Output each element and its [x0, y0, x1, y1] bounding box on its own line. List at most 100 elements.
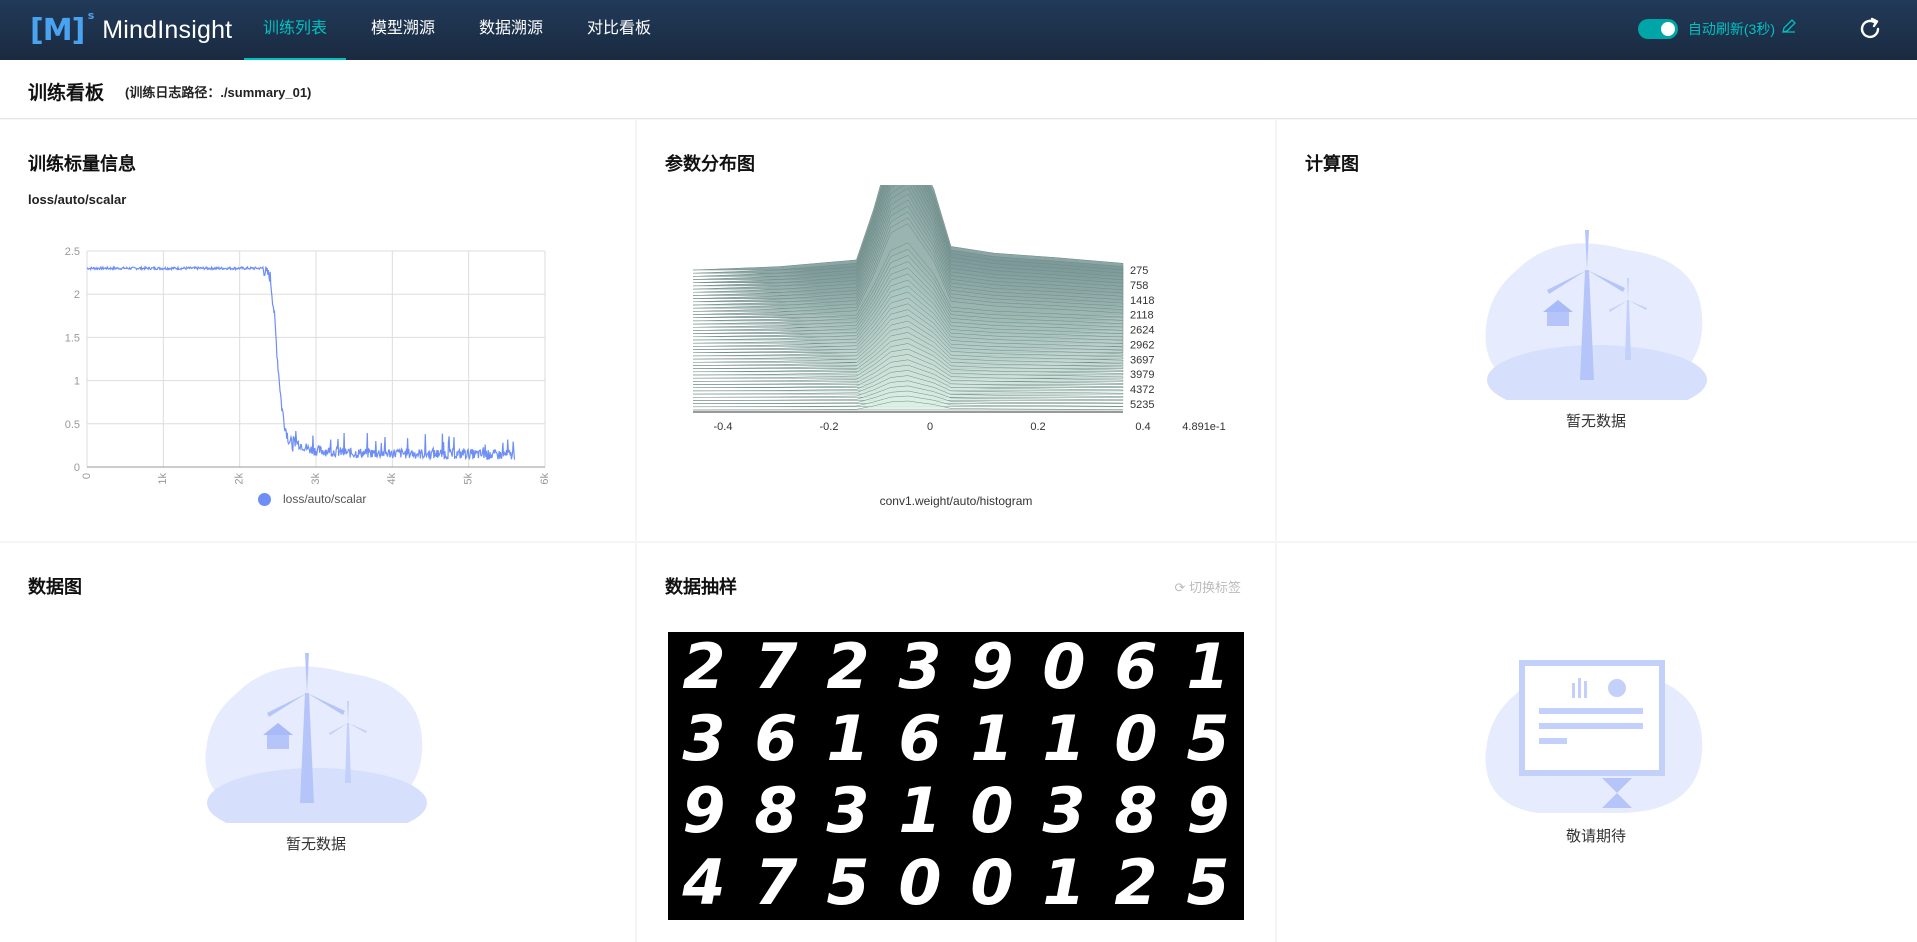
auto-refresh-toggle[interactable] — [1637, 18, 1678, 39]
mnist-digit: 8 — [1114, 774, 1157, 847]
switch-tag-button[interactable]: ⟳ 切换标签 — [1174, 577, 1241, 596]
mnist-digit: 0 — [1042, 632, 1085, 703]
nav-data-lineage[interactable]: 数据溯源 — [460, 0, 562, 60]
y-tick-label: 1.5 — [65, 332, 80, 344]
mnist-digit: 3 — [898, 632, 941, 703]
histogram-step-label: 1418 — [1130, 295, 1154, 307]
nav-compare-board[interactable]: 对比看板 — [568, 0, 670, 60]
card-title: 计算图 — [1305, 154, 1359, 174]
x-tick-label: 2k — [234, 473, 246, 485]
coming-soon-illustration — [1485, 660, 1703, 813]
y-tick-label: 1 — [74, 376, 80, 388]
loss-series-line — [86, 265, 516, 461]
app-logo[interactable]: [M] s MindInsight — [30, 8, 232, 52]
y-tick-label: 0 — [74, 462, 80, 474]
mnist-digit: 2 — [682, 632, 725, 703]
x-tick-label: 0 — [81, 473, 93, 479]
card-scalar[interactable]: 训练标量信息 loss/auto/scalar 0 1k 2k 3k 4k 5k 6k 0 0.… — [0, 120, 635, 541]
card-coming-soon: 敬请期待 — [1277, 543, 1917, 942]
mnist-digit: 5 — [1186, 846, 1229, 919]
histogram-x-tick: 0.2 — [1030, 421, 1045, 433]
main-nav: 训练列表 模型溯源 数据溯源 对比看板 — [244, 0, 676, 60]
empty-text: 暂无数据 — [285, 836, 346, 853]
mnist-digit: 5 — [1186, 702, 1229, 775]
empty-text: 暂无数据 — [1565, 413, 1626, 430]
edit-icon[interactable] — [1781, 18, 1797, 39]
histogram-x-tick: 0 — [927, 421, 933, 433]
histogram-step-label: 758 — [1130, 280, 1148, 292]
y-tick-label: 2 — [74, 289, 80, 301]
mnist-digit: 2 — [1114, 846, 1157, 919]
mnist-digit: 6 — [754, 702, 797, 775]
nav-train-list[interactable]: 训练列表 — [244, 0, 347, 60]
x-tick-label: 5k — [463, 473, 475, 485]
card-title: 训练标量信息 — [28, 154, 136, 174]
card-title: 数据图 — [28, 577, 82, 597]
mnist-digit: 1 — [1042, 846, 1085, 919]
logo-mark: [M] s — [30, 8, 94, 48]
mnist-digit: 4 — [681, 846, 725, 919]
mnist-digit: 1 — [970, 702, 1013, 775]
mnist-digit: 3 — [826, 774, 869, 847]
top-navigation-bar: [M] s MindInsight 训练列表 模型溯源 数据溯源 对比看板 自动刷… — [0, 0, 1917, 60]
card-graph[interactable]: 计算图 暂无数据 — [1277, 120, 1917, 541]
mnist-digit: 9 — [970, 632, 1013, 703]
histogram-step-label: 2962 — [1130, 339, 1154, 351]
mnist-digit: 0 — [970, 774, 1013, 847]
refresh-icon[interactable] — [1855, 14, 1885, 44]
x-tick-label: 3k — [310, 473, 322, 485]
histogram-step-label: 275 — [1130, 265, 1148, 277]
card-data-graph[interactable]: 数据图 暂无数据 — [0, 543, 635, 942]
mnist-digit: 1 — [1042, 702, 1085, 775]
histogram-step-label: 3697 — [1130, 354, 1154, 366]
mnist-digit: 2 — [826, 632, 869, 703]
scalar-line-chart[interactable]: 0 1k 2k 3k 4k 5k 6k 0 0.5 1 1.5 2 2.5 — [0, 210, 635, 570]
scalar-tag: loss/auto/scalar — [28, 192, 127, 207]
x-tick-label: 4k — [386, 473, 398, 485]
mnist-digit: 3 — [682, 702, 725, 775]
mnist-digit: 1 — [826, 702, 869, 775]
x-tick-label: 6k — [539, 473, 551, 485]
empty-windmill-illustration — [1485, 230, 1707, 400]
mnist-digit: 8 — [754, 774, 797, 847]
histogram-x-tick: 4.891e-1 — [1182, 421, 1225, 433]
mnist-digit: 0 — [1114, 702, 1157, 775]
mnist-digit: 7 — [754, 632, 798, 703]
legend-marker — [258, 492, 271, 506]
card-histogram[interactable]: 参数分布图 -0.4 -0.2 0 0.2 0.4 4.891e-1 275 758 1418 2… — [637, 120, 1275, 541]
histogram-x-tick: 0.4 — [1135, 421, 1150, 433]
switch-icon: ⟳ — [1174, 580, 1186, 595]
app-name: MindInsight — [102, 15, 233, 44]
mnist-digit: 5 — [826, 846, 869, 919]
page-header: 训练看板 (训练日志路径：./summary_01) — [0, 60, 1917, 119]
mnist-digit: 6 — [1114, 632, 1157, 703]
mnist-digit: 6 — [898, 702, 941, 775]
page-title: 训练看板 — [28, 83, 105, 104]
mnist-sample-image[interactable]: 2 7 2 3 9 0 6 13 6 1 6 1 1 0 59 8 3 1 0 3 8 94 7 5 0 0 1 2 5 — [668, 632, 1244, 920]
histogram-step-label: 4372 — [1130, 384, 1154, 396]
chart-legend[interactable]: loss/auto/scalar — [258, 492, 366, 506]
histogram-step-label: 2118 — [1130, 310, 1154, 322]
histogram-ridge-chart[interactable]: -0.4 -0.2 0 0.2 0.4 4.891e-1 275 758 1418 2118 262… — [637, 185, 1275, 485]
mnist-digit: 0 — [970, 846, 1013, 919]
nav-model-lineage[interactable]: 模型溯源 — [352, 0, 454, 60]
histogram-step-label: 5235 — [1130, 399, 1154, 411]
mnist-digit: 1 — [1186, 632, 1229, 703]
auto-refresh-label: 自动刷新(3秒) — [1687, 20, 1775, 37]
mnist-digit: 9 — [682, 774, 725, 847]
mnist-digit: 0 — [898, 846, 941, 919]
card-title: 参数分布图 — [665, 154, 755, 174]
histogram-x-tick: -0.2 — [820, 421, 839, 433]
legend-label: loss/auto/scalar — [283, 492, 367, 506]
y-tick-label: 2.5 — [65, 246, 80, 258]
auto-refresh: 自动刷新(3秒) — [1637, 18, 1797, 39]
histogram-caption: conv1.weight/auto/histogram — [879, 494, 1033, 508]
histogram-step-label: 3979 — [1130, 369, 1154, 381]
switch-label: 切换标签 — [1188, 580, 1241, 595]
log-path: (训练日志路径：./summary_01) — [125, 85, 312, 100]
mnist-digit: 3 — [1042, 774, 1085, 847]
mnist-digit: 1 — [898, 774, 941, 847]
x-tick-label: 1k — [157, 473, 169, 485]
mnist-digit: 9 — [1186, 774, 1229, 847]
histogram-x-tick: -0.4 — [714, 421, 733, 433]
